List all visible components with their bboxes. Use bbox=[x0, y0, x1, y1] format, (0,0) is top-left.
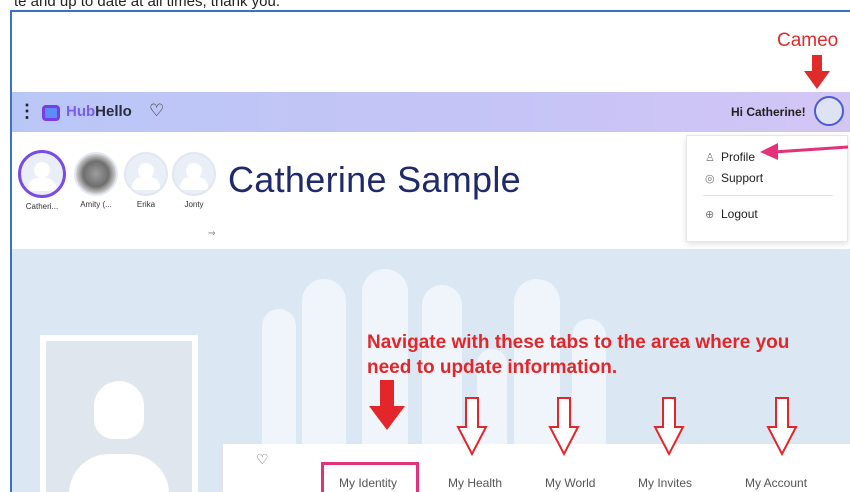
menu-item-logout[interactable]: ⊕ Logout bbox=[705, 207, 758, 221]
person-icon: ♙ bbox=[705, 152, 715, 164]
first-name: Catherine bbox=[228, 159, 387, 200]
tab-bar-divider bbox=[222, 444, 223, 492]
cameo-arrow bbox=[804, 55, 830, 89]
profile-name-heading: Catherine Sample bbox=[228, 159, 521, 201]
tab-my-account[interactable]: My Account bbox=[745, 476, 807, 490]
user-greeting: Hi Catherine! bbox=[731, 105, 806, 119]
heart-plus-icon[interactable]: ♡ bbox=[256, 451, 269, 468]
brand-suffix: Hello bbox=[95, 103, 132, 120]
placeholder-head bbox=[94, 381, 144, 439]
tab-my-world[interactable]: My World bbox=[545, 476, 595, 490]
member-name: Jonty bbox=[184, 200, 204, 209]
tab-my-invites[interactable]: My Invites bbox=[638, 476, 692, 490]
cameo-annotation-label: Cameo bbox=[777, 30, 839, 51]
identity-tab-arrow-solid bbox=[369, 380, 405, 430]
menu-item-support[interactable]: ◎ Support bbox=[705, 171, 763, 185]
member-amity[interactable]: Amity (... bbox=[70, 152, 122, 209]
member-erika[interactable]: Erika bbox=[120, 152, 172, 209]
member-jonty[interactable]: Jonty bbox=[168, 152, 220, 209]
member-name: Catheri... bbox=[25, 202, 59, 211]
invites-tab-arrow-outline bbox=[653, 397, 685, 457]
tab-my-health[interactable]: My Health bbox=[448, 476, 502, 490]
menu-divider bbox=[703, 195, 833, 196]
logout-icon: ⊕ bbox=[705, 209, 715, 221]
menu-item-label: Profile bbox=[721, 150, 756, 164]
brand-logo[interactable]: HubHello bbox=[66, 103, 132, 120]
placeholder-body bbox=[69, 454, 169, 492]
menu-item-label: Support bbox=[721, 171, 764, 185]
health-tab-arrow-outline bbox=[456, 397, 488, 457]
profile-picture[interactable] bbox=[40, 335, 198, 492]
more-menu-icon[interactable]: ⋮ bbox=[18, 101, 36, 122]
member-avatar-photo bbox=[74, 152, 118, 196]
user-avatar-button[interactable] bbox=[814, 96, 844, 126]
hubhello-logo-icon[interactable] bbox=[42, 105, 60, 121]
brand-prefix: Hub bbox=[66, 103, 96, 120]
tabs-instruction-annotation: Navigate with these tabs to the area whe… bbox=[367, 332, 790, 378]
member-avatar bbox=[18, 150, 66, 198]
screenshot: te and up to date at all times, thank yo… bbox=[0, 0, 850, 492]
member-name: Erika bbox=[136, 200, 156, 209]
app-frame: Cameo ⋮ HubHello ♡ Hi Catherine! ♙ Profil… bbox=[10, 10, 850, 492]
favorites-heart-icon[interactable]: ♡ bbox=[149, 101, 164, 121]
last-name: Sample bbox=[397, 159, 521, 200]
top-nav-bar: ⋮ HubHello ♡ Hi Catherine! bbox=[12, 92, 850, 132]
menu-item-profile[interactable]: ♙ Profile bbox=[705, 150, 755, 164]
scroll-right-icon[interactable]: ⇒ bbox=[208, 228, 216, 239]
account-tab-arrow-outline bbox=[766, 397, 798, 457]
profile-tab-bar: ♡ My Identity My Health My World My Invi… bbox=[222, 444, 850, 492]
world-tab-arrow-outline bbox=[548, 397, 580, 457]
active-tab-highlight-box bbox=[321, 462, 419, 492]
member-avatar bbox=[172, 152, 216, 196]
member-name: Amity (... bbox=[80, 200, 112, 209]
member-avatar bbox=[124, 152, 168, 196]
profile-pointer-arrow bbox=[760, 143, 849, 160]
support-icon: ◎ bbox=[705, 173, 715, 185]
member-catherine[interactable]: Catheri... bbox=[16, 150, 68, 211]
page-caption: te and up to date at all times, thank yo… bbox=[14, 0, 281, 10]
menu-item-label: Logout bbox=[721, 207, 758, 221]
